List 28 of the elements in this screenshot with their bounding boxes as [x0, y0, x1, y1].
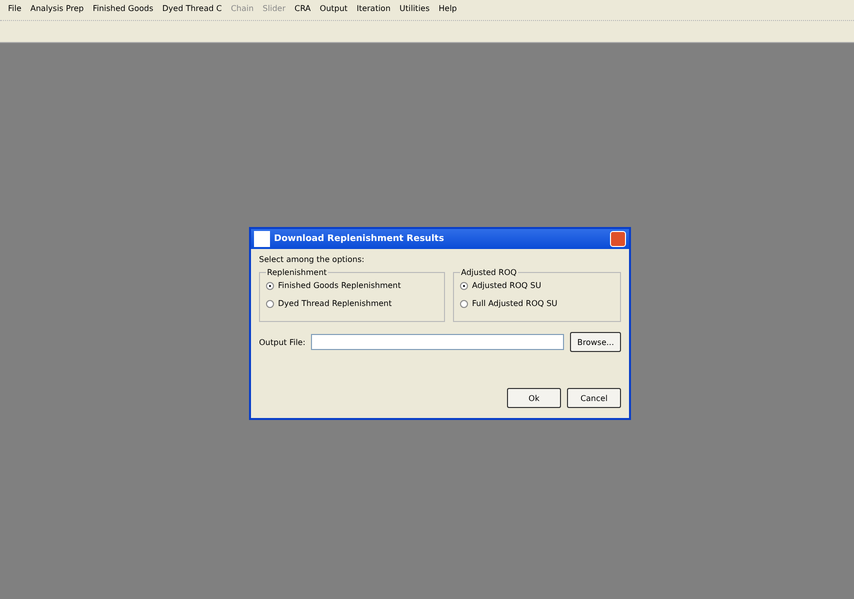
menu-item[interactable]: Dyed Thread C: [162, 4, 222, 16]
menu-item[interactable]: File: [8, 4, 22, 16]
menu-item[interactable]: Help: [438, 4, 457, 16]
radio-button[interactable]: [460, 282, 468, 290]
menu-item[interactable]: Finished Goods: [92, 4, 154, 16]
menu-item[interactable]: Analysis Prep: [30, 4, 84, 16]
browse-button[interactable]: Browse...: [570, 332, 621, 352]
dialog-button[interactable]: Cancel: [567, 388, 621, 408]
menu-item[interactable]: CRA: [294, 4, 311, 16]
radio-label[interactable]: Dyed Thread Replenishment: [278, 299, 392, 308]
output-file-field[interactable]: [311, 334, 564, 350]
group-label: Adjusted ROQ: [460, 268, 518, 277]
window-icon: [254, 231, 270, 247]
radio-label[interactable]: Full Adjusted ROQ SU: [472, 299, 558, 308]
radio-label[interactable]: Finished Goods Replenishment: [278, 281, 401, 290]
menu-item[interactable]: Utilities: [400, 4, 430, 16]
radio-button[interactable]: [266, 282, 274, 290]
close-button[interactable]: [610, 231, 626, 247]
dialog-title: Download Replenishment Results: [274, 234, 446, 244]
menu-item[interactable]: Output: [320, 4, 348, 16]
output-file-label: Output File:: [259, 338, 306, 346]
menu-item[interactable]: Iteration: [356, 4, 391, 16]
group-label: Replenishment: [266, 268, 328, 277]
dialog-button[interactable]: Ok: [507, 388, 561, 408]
radio-label[interactable]: Adjusted ROQ SU: [472, 281, 542, 290]
radio-button[interactable]: [266, 300, 274, 308]
radio-button[interactable]: [460, 300, 468, 308]
prompt-text: Select among the options:: [259, 255, 366, 264]
